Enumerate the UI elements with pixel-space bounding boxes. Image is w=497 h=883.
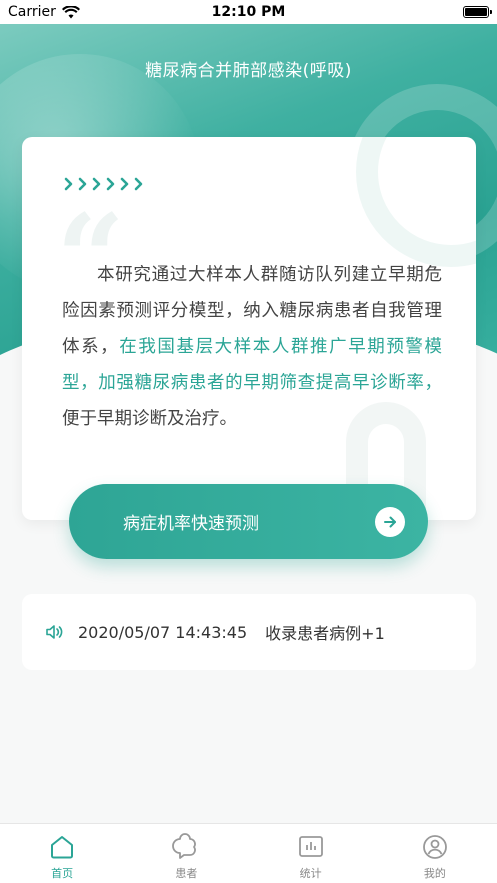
- page-title: 糖尿病合并肺部感染(呼吸): [145, 61, 352, 81]
- tab-home-label: 首页: [51, 867, 74, 880]
- notice-date: 2020/05/07 14:43:45: [78, 622, 248, 642]
- tab-stats-label: 统计: [299, 867, 322, 880]
- patient-icon: [172, 833, 197, 859]
- notice-message: 收录患者病例+1: [265, 624, 385, 643]
- intro-text-highlight: 在我国基层大样本人群推广早期预警模型，加强糖尿病患者的早期筛查提高早诊断率，: [62, 337, 443, 393]
- intro-card: “ 本研究通过大样本人群随访队列建立早期危险因素预测评分模型，纳入糖尿病患者自我…: [22, 137, 476, 520]
- carrier-label: Carrier: [8, 4, 56, 20]
- quick-predict-button[interactable]: 病症机率快速预测: [69, 484, 428, 559]
- quick-predict-label: 病症机率快速预测: [123, 514, 259, 534]
- tab-patients[interactable]: 患者: [124, 824, 248, 883]
- tab-home[interactable]: 首页: [0, 824, 124, 883]
- profile-icon: [422, 835, 447, 859]
- speaker-icon: [44, 622, 64, 642]
- wifi-icon: [61, 5, 80, 19]
- intro-text-part2: 便于早期诊断及治疗。: [62, 409, 237, 429]
- stats-icon: [298, 836, 323, 857]
- tab-profile[interactable]: 我的: [373, 824, 497, 883]
- intro-text: 本研究通过大样本人群随访队列建立早期危险因素预测评分模型，纳入糖尿病患者自我管理…: [62, 257, 442, 437]
- status-bar: Carrier 12:10 PM: [0, 0, 497, 24]
- tab-patients-label: 患者: [175, 867, 198, 880]
- tab-profile-label: 我的: [423, 867, 446, 880]
- status-left: Carrier: [8, 4, 80, 20]
- battery-icon: [463, 6, 492, 18]
- arrow-right-icon: [375, 507, 405, 537]
- tab-stats[interactable]: 统计: [249, 824, 373, 883]
- home-icon: [51, 836, 74, 859]
- card-decoration-ring: [356, 137, 476, 267]
- notice-bar[interactable]: 2020/05/07 14:43:45 收录患者病例+1: [22, 594, 476, 670]
- tab-bar: 首页 患者 统计 我的: [0, 823, 497, 883]
